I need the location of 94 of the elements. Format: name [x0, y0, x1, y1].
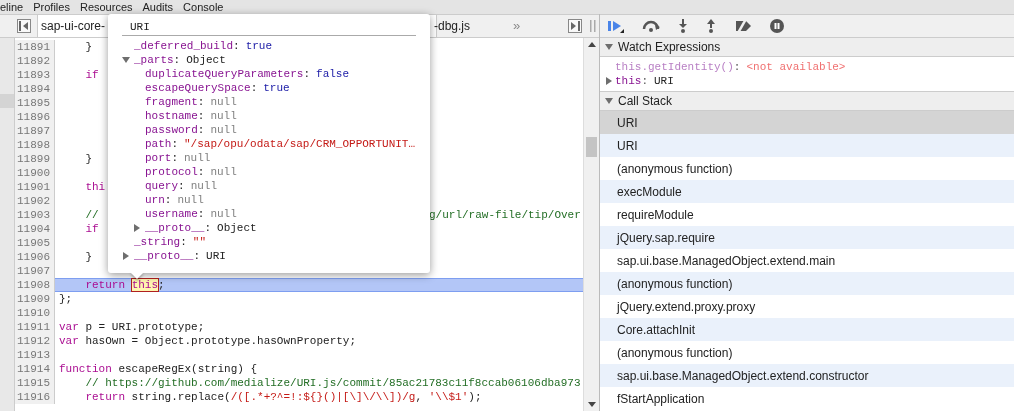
- line-number: 11898: [15, 138, 55, 152]
- call-frame[interactable]: execModule: [600, 180, 1014, 203]
- property-separator: :: [197, 122, 206, 138]
- property-value: null: [184, 150, 211, 166]
- line-number: 11900: [15, 166, 55, 180]
- property-value: false: [316, 66, 350, 82]
- code-line: var hasOwn = Object.prototype.hasOwnProperty;: [59, 335, 357, 347]
- panel-tab[interactable]: Profiles: [33, 1, 70, 13]
- panel-tab[interactable]: Audits: [142, 1, 174, 13]
- property-separator: :: [197, 164, 206, 180]
- property-separator: :: [171, 150, 179, 166]
- property-separator: :: [180, 234, 188, 250]
- line-number: 11911: [15, 320, 55, 334]
- line-number: 11896: [15, 110, 55, 124]
- property-value: null: [190, 178, 218, 194]
- property-separator: :: [171, 136, 179, 152]
- code-line: };: [59, 293, 73, 305]
- property-separator: :: [193, 248, 202, 264]
- property-value: "/sap/opu/odata/sap/CRM_OPPORTUNIT…: [184, 136, 416, 152]
- line-number: 11914: [15, 362, 55, 376]
- property-separator: :: [164, 192, 173, 208]
- property-value: null: [210, 94, 237, 110]
- call-frame[interactable]: jQuery.sap.require: [600, 226, 1014, 249]
- panel-tab[interactable]: Console: [183, 1, 224, 13]
- property-value: null: [210, 108, 237, 124]
- section-header[interactable]: Watch Expressions: [600, 38, 1014, 57]
- line-number: 11893: [15, 68, 55, 82]
- code-line: }: [84, 251, 92, 263]
- watch-expression: this: [615, 73, 642, 89]
- call-frame[interactable]: Core.attachInit: [600, 318, 1014, 341]
- property-value: "": [192, 234, 207, 250]
- code-line: thi: [84, 181, 106, 193]
- property-value: URI: [206, 248, 226, 264]
- property-value: true: [263, 80, 290, 96]
- code-line: function escapeRegEx(string) {: [59, 363, 258, 375]
- code-line: if: [84, 223, 99, 235]
- property-value: null: [210, 164, 237, 180]
- line-number: 11895: [15, 96, 55, 110]
- property-separator: :: [178, 178, 186, 194]
- line-number: 11903: [15, 208, 55, 222]
- line-number: 11901: [15, 180, 55, 194]
- line-number: 11913: [15, 348, 55, 362]
- line-number: 11905: [15, 236, 55, 250]
- line-number: 11906: [15, 250, 55, 264]
- line-number: 11899: [15, 152, 55, 166]
- property-separator: :: [204, 220, 213, 236]
- panel-tab[interactable]: eline: [0, 1, 24, 13]
- call-frame[interactable]: sap.ui.base.ManagedObject.extend.constructor: [600, 364, 1014, 387]
- line-number: 11915: [15, 376, 55, 390]
- property-separator: :: [197, 108, 206, 124]
- watch-separator: :: [733, 59, 742, 75]
- code-line: //: [84, 209, 99, 221]
- line-number: 11910: [15, 306, 55, 320]
- watch-separator: :: [641, 73, 649, 89]
- panel-tab[interactable]: Resources: [79, 1, 133, 13]
- line-number: 11907: [15, 264, 55, 278]
- line-number: 11902: [15, 194, 55, 208]
- property-value: Object: [186, 52, 226, 68]
- property-separator: :: [197, 206, 206, 222]
- code-line: var p = URI.prototype;: [59, 321, 205, 333]
- line-number: 11908: [15, 278, 55, 292]
- property-value: null: [177, 192, 204, 208]
- code-line: return this;: [84, 279, 165, 291]
- property-separator: :: [303, 66, 312, 82]
- watch-value: <not available>: [746, 59, 846, 75]
- line-number: 11904: [15, 222, 55, 236]
- line-number: 11909: [15, 292, 55, 306]
- line-number: 11912: [15, 334, 55, 348]
- property-separator: :: [233, 38, 241, 54]
- property-value: Object: [217, 220, 257, 236]
- code-line: if: [84, 69, 99, 81]
- section-header[interactable]: Call Stack: [600, 92, 1014, 111]
- line-number: 11916: [15, 390, 55, 404]
- call-frame[interactable]: URI: [600, 134, 1014, 157]
- call-frame[interactable]: (anonymous function): [600, 272, 1014, 295]
- watch-expression: this.getIdentity(): [615, 59, 734, 75]
- line-number: 11894: [15, 82, 55, 96]
- line-number: 11891: [15, 40, 55, 54]
- line-number: 11897: [15, 124, 55, 138]
- property-separator: :: [197, 94, 206, 110]
- property-value: null: [210, 206, 237, 222]
- code-line: g/url/raw-file/tip/Over: [429, 208, 581, 222]
- line-number: 11892: [15, 54, 55, 68]
- popover-title: URI: [122, 18, 416, 36]
- property-separator: :: [250, 80, 259, 96]
- call-frame[interactable]: URI: [600, 111, 1014, 134]
- code-line: // https://github.com/medialize/URI.js/commit/85ac21783c11f8ccab06106dba973: [84, 377, 581, 389]
- property-value: true: [245, 38, 273, 54]
- code-line: }: [84, 41, 92, 53]
- code-line: return string.replace(/([.*+?^=!:${}()|[\]\/\\])/g, '\\$1');: [84, 391, 482, 403]
- property-value: null: [210, 122, 237, 138]
- code-line: }: [84, 153, 92, 165]
- property-separator: :: [173, 52, 182, 68]
- watch-value: URI: [654, 73, 674, 89]
